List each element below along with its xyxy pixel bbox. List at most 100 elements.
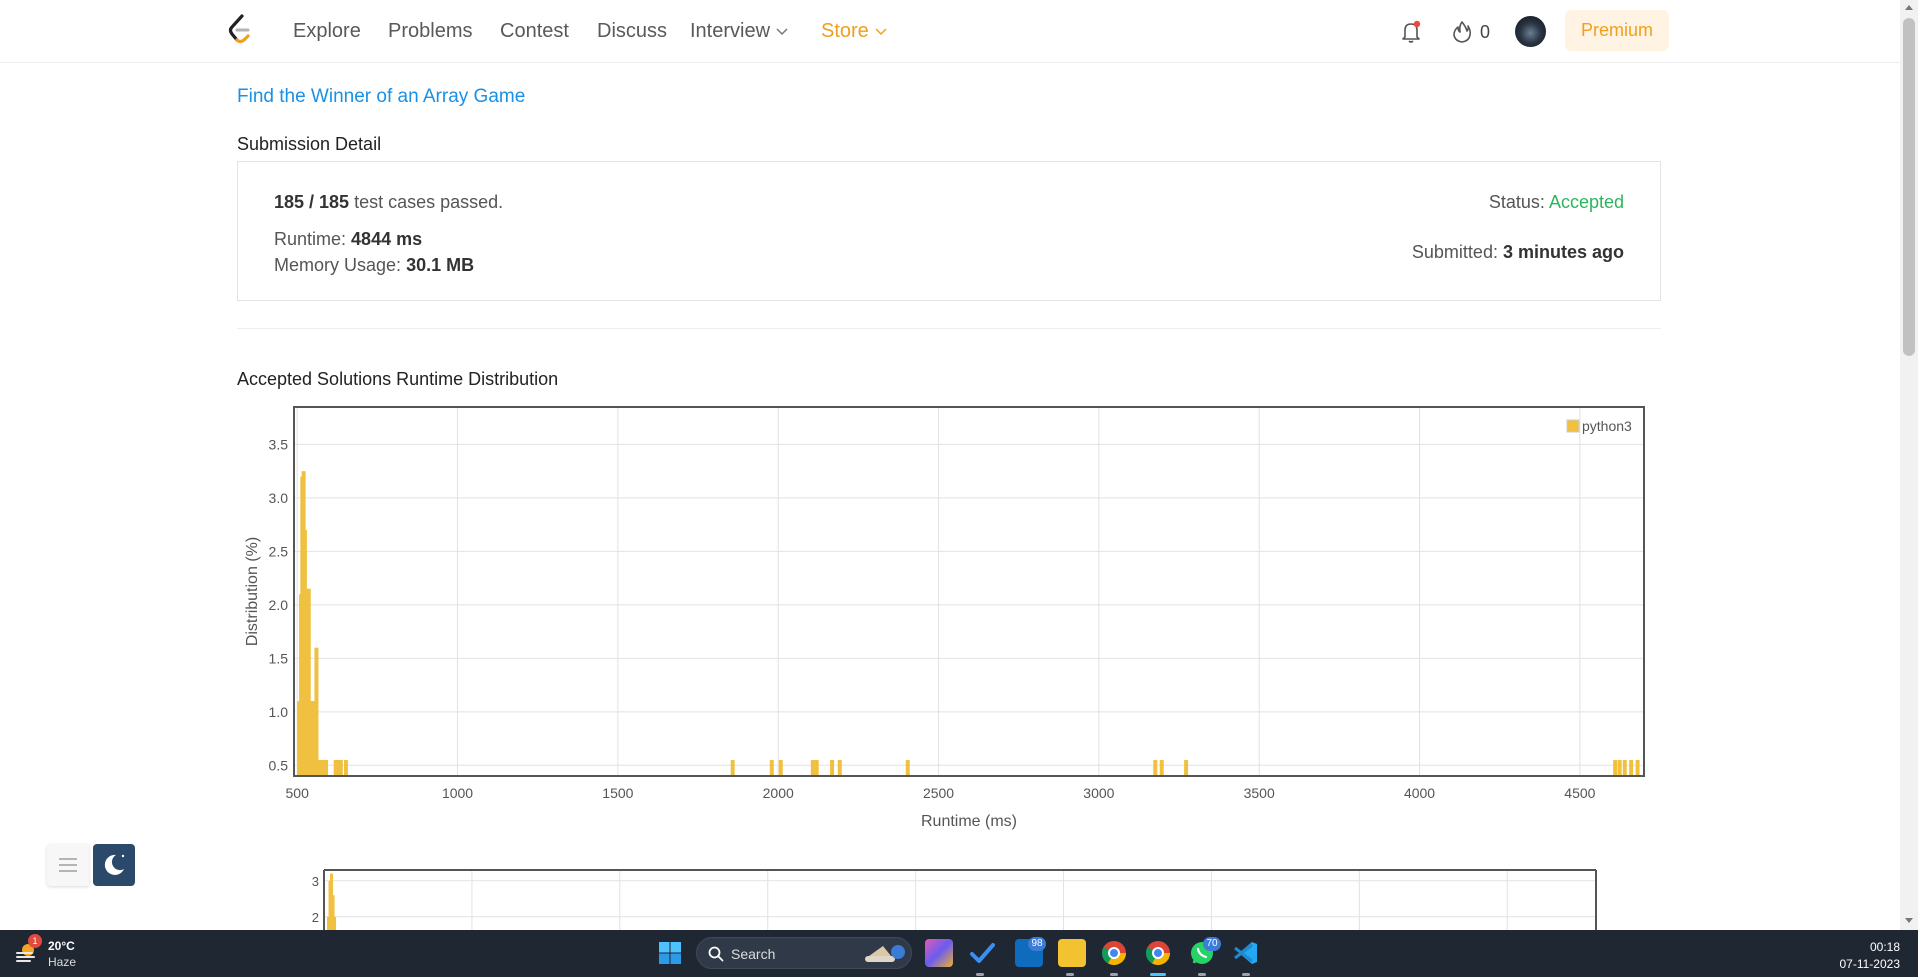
file-explorer-icon[interactable] — [1058, 939, 1086, 967]
nav-interview[interactable]: Interview — [690, 20, 788, 43]
distribution-bar — [905, 759, 910, 776]
search-placeholder: Search — [731, 946, 776, 962]
distribution-bar — [1184, 759, 1189, 776]
page-scrollbar[interactable] — [1900, 0, 1918, 930]
runtime-line: Runtime: 4844 ms — [274, 229, 422, 250]
top-navbar: Explore Problems Contest Discuss Intervi… — [0, 0, 1900, 63]
tests-passed-suffix: test cases passed. — [354, 192, 504, 212]
runtime-value: 4844 ms — [351, 229, 423, 249]
distribution-bar — [730, 759, 735, 776]
y-axis-label: Distribution (%) — [244, 537, 261, 646]
distribution-bar — [1635, 759, 1640, 776]
y-tick-label: 0.5 — [269, 757, 289, 773]
memory-label: Memory Usage: — [274, 255, 402, 275]
vscode-icon[interactable] — [1232, 939, 1260, 967]
y-tick-label: 2 — [312, 910, 319, 925]
tests-passed-line: 185 / 185 test cases passed. — [274, 192, 503, 213]
x-tick-label: 1500 — [602, 785, 633, 801]
distribution-bar — [1617, 759, 1622, 776]
y-tick-label: 3 — [312, 874, 319, 889]
nav-store-label: Store — [821, 20, 869, 42]
avatar[interactable] — [1515, 16, 1546, 47]
x-axis-label: Runtime (ms) — [921, 813, 1017, 830]
active-app-indicator — [1150, 973, 1166, 976]
legend-swatch — [1566, 419, 1580, 433]
distribution-bar — [830, 759, 835, 776]
photoshop-express-icon[interactable] — [925, 939, 953, 967]
distribution-bar — [338, 759, 343, 776]
submission-detail-heading: Submission Detail — [237, 134, 382, 154]
scroll-up-arrow-icon[interactable] — [1905, 5, 1913, 10]
nav-interview-label: Interview — [690, 20, 771, 42]
weather-description: Haze — [48, 955, 77, 969]
memory-distribution-chart-container: 23 — [300, 868, 1600, 930]
submitted-label: Submitted: — [1411, 242, 1498, 262]
memory-value: 30.1 MB — [406, 255, 475, 275]
dark-mode-button[interactable] — [93, 844, 135, 886]
y-tick-label: 1.5 — [269, 650, 289, 666]
windows-start-icon[interactable] — [656, 939, 684, 967]
memory-line: Memory Usage: 30.1 MB — [274, 255, 474, 276]
whatsapp-badge: 70 — [1203, 937, 1221, 951]
notification-bell-icon[interactable] — [1400, 20, 1422, 44]
x-tick-label: 500 — [286, 785, 310, 801]
distribution-bar — [314, 647, 319, 776]
taskbar-search-box[interactable]: Search — [696, 937, 912, 969]
y-tick-label: 3.5 — [269, 436, 289, 452]
system-clock[interactable]: 00:18 07-11-2023 — [1840, 939, 1901, 973]
runtime-distribution-chart[interactable]: 500 1000 1500 2000 2500 3000 3500 4000 4500 0.5 1.… — [237, 400, 1657, 830]
status-label: Status: — [1488, 192, 1545, 212]
submission-detail-box: 185 / 185 test cases passed. Runtime: 48… — [237, 161, 1661, 301]
hamburger-icon — [59, 858, 77, 872]
scroll-down-arrow-icon[interactable] — [1905, 918, 1913, 923]
streak-count: 0 — [1480, 22, 1491, 42]
todo-checkmark-icon[interactable] — [968, 939, 996, 967]
y-tick-label: 2.5 — [269, 543, 289, 559]
distribution-bar — [769, 759, 774, 776]
nav-explore[interactable]: Explore — [293, 20, 361, 43]
search-icon — [708, 946, 724, 962]
clock-time: 00:18 — [1869, 940, 1900, 954]
y-tick-label: 1.0 — [269, 704, 289, 720]
x-tick-label: 3000 — [1083, 785, 1114, 801]
chrome-profile-icon[interactable] — [1144, 939, 1172, 967]
weather-badge: 1 — [28, 934, 42, 948]
menu-toggle-button[interactable] — [47, 844, 89, 886]
nav-store[interactable]: Store — [821, 20, 887, 43]
nav-problems[interactable]: Problems — [388, 20, 472, 43]
nav-discuss[interactable]: Discuss — [597, 20, 667, 43]
distribution-bar — [1153, 759, 1158, 776]
distribution-bar — [814, 759, 819, 776]
distribution-bar — [1629, 759, 1634, 776]
distribution-bar — [333, 916, 337, 930]
windows-taskbar: 1 20°C Haze Search 98 70 00:18 07-11-202… — [0, 930, 1918, 977]
distribution-bar — [1613, 759, 1618, 776]
clock-date: 07-11-2023 — [1839, 957, 1901, 971]
chevron-down-icon — [875, 28, 887, 35]
distribution-bar — [324, 759, 329, 776]
chevron-down-icon — [776, 28, 788, 35]
y-tick-label: 3.0 — [269, 490, 289, 506]
scroll-thumb[interactable] — [1903, 18, 1915, 356]
plot-frame — [293, 406, 1645, 777]
weather-temperature: 20°C — [48, 939, 75, 953]
distribution-bar — [1159, 759, 1164, 776]
running-indicator — [976, 973, 984, 976]
submitted-value: 3 minutes ago — [1502, 242, 1624, 262]
problem-title-link[interactable]: Find the Winner of an Array Game — [237, 86, 525, 108]
x-tick-label: 3500 — [1244, 785, 1275, 801]
distribution-bar — [343, 759, 348, 776]
tests-passed-count: 185 / 185 — [274, 192, 350, 212]
running-indicator — [1110, 973, 1118, 976]
memory-distribution-chart[interactable]: 23 — [300, 868, 1600, 930]
running-indicator — [1066, 973, 1074, 976]
legend-label: python3 — [1582, 418, 1632, 434]
status-value: Accepted — [1548, 192, 1624, 212]
streak-fire-icon[interactable] — [1452, 20, 1472, 44]
chrome-icon[interactable] — [1100, 939, 1128, 967]
leetcode-logo[interactable] — [226, 13, 256, 47]
submitted-line: Submitted: 3 minutes ago — [1412, 242, 1624, 263]
nav-contest[interactable]: Contest — [500, 20, 569, 43]
premium-button[interactable]: Premium — [1565, 10, 1669, 51]
x-tick-label: 2500 — [923, 785, 954, 801]
